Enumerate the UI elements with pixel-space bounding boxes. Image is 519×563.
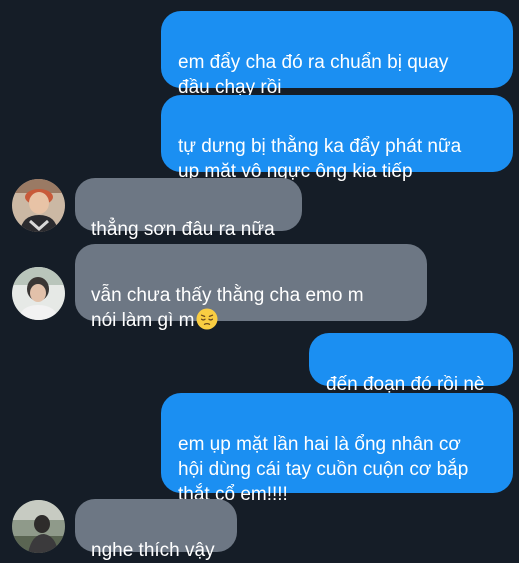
message-text: đến đoạn đó rồi nè (326, 374, 485, 395)
message-bubble-incoming[interactable]: vẫn chưa thấy thằng cha emo m nói làm gì… (75, 244, 427, 331)
message-text: vẫn chưa thấy thằng cha emo m nói làm gì… (91, 285, 364, 331)
message-text: thẳng sơn đâu ra nữa (91, 219, 275, 240)
message-bubble-incoming[interactable]: thẳng sơn đâu ra nữa (75, 178, 302, 240)
contact-avatar[interactable] (12, 500, 65, 553)
message-bubble-outgoing[interactable]: em đẩy cha đó ra chuẩn bị quay đầu chạy … (161, 11, 513, 98)
contact-avatar[interactable] (12, 267, 65, 320)
message-text: em ụp mặt lần hai là ổng nhân cơ hội dùn… (178, 434, 469, 505)
message-text: em đẩy cha đó ra chuẩn bị quay đầu chạy … (178, 52, 449, 98)
message-bubble-outgoing[interactable]: em ụp mặt lần hai là ổng nhân cơ hội dùn… (161, 393, 513, 505)
message-bubble-incoming[interactable]: nghe thích vậy (75, 499, 237, 561)
message-bubble-outgoing[interactable]: tự dưng bị thằng ka đẩy phát nữa ụp mặt … (161, 95, 513, 182)
contact-avatar[interactable] (12, 179, 65, 232)
chat-screen: { "conversation": { "messages": [ {"send… (0, 0, 519, 561)
message-bubble-outgoing[interactable]: đến đoạn đó rồi nè (309, 333, 513, 395)
pensive-face-emoji (196, 308, 218, 330)
message-text: tự dưng bị thằng ka đẩy phát nữa ụp mặt … (178, 136, 462, 182)
message-text: nghe thích vậy (91, 540, 215, 561)
